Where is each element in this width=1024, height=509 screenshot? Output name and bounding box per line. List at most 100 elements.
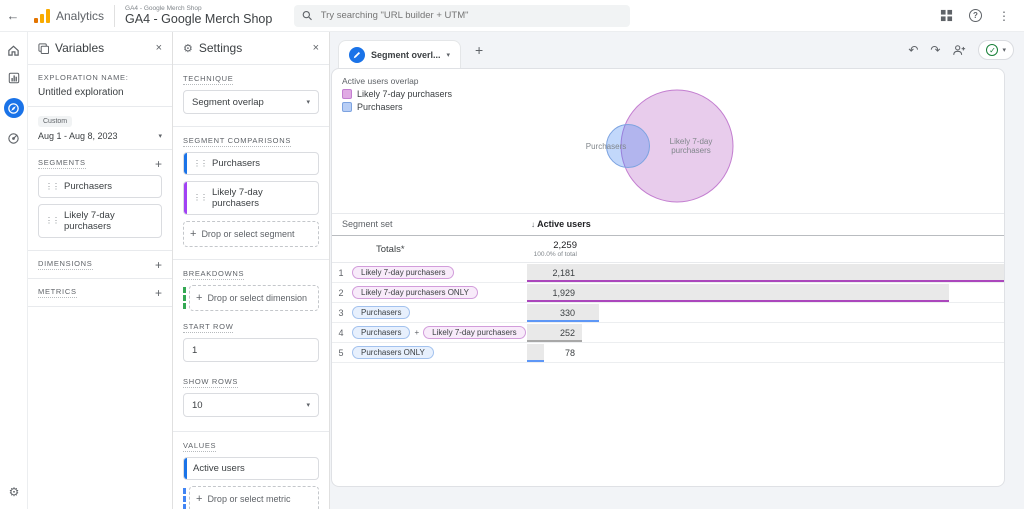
nav-home-icon[interactable]: [6, 42, 22, 58]
sort-down-icon: ↓: [531, 220, 535, 229]
segment-pill[interactable]: Likely 7-day purchasers ONLY: [352, 286, 478, 299]
value-metric-card[interactable]: Active users: [183, 457, 319, 480]
segment-table: Segment set ↓ Active users Totals* 2,259…: [332, 213, 1004, 363]
drop-metric-text: Drop or select metric: [207, 494, 290, 504]
segment-pills: Likely 7-day purchasers: [350, 266, 527, 279]
variables-segment-card[interactable]: ⋮⋮Purchasers: [38, 175, 162, 198]
table-row[interactable]: 4Purchasers+Likely 7-day purchasers252: [332, 323, 1004, 343]
legend-swatch: [342, 89, 352, 99]
help-icon[interactable]: ?: [969, 9, 982, 22]
metric-card-label: Active users: [193, 463, 245, 474]
visualization-card: Likely 7-day purchasers Purchasers Activ…: [331, 68, 1005, 487]
table-row[interactable]: 1Likely 7-day purchasers2,181: [332, 263, 1004, 283]
canvas-area: Segment overl... ▾ + ↶ ↷ ✓ ▾: [330, 32, 1024, 509]
add-dimension-icon[interactable]: +: [155, 260, 162, 270]
status-check-icon: ✓: [986, 44, 998, 56]
segment-pill[interactable]: Likely 7-day purchasers: [423, 326, 525, 339]
legend-swatch: [342, 102, 352, 112]
segment-pills: Purchasers+Likely 7-day purchasers: [350, 326, 527, 339]
active-users-value: 2,181: [527, 263, 575, 283]
search-input[interactable]: [321, 10, 623, 21]
technique-value: Segment overlap: [192, 97, 264, 108]
more-menu-icon[interactable]: ⋮: [998, 9, 1010, 23]
segment-pill[interactable]: Purchasers: [352, 326, 410, 339]
variables-segment-card[interactable]: ⋮⋮ Likely 7-day purchasers: [38, 204, 162, 238]
apps-grid-icon[interactable]: [940, 9, 953, 22]
drop-dimension-zone[interactable]: + Drop or select dimension: [189, 285, 319, 311]
exploration-name-value[interactable]: Untitled exploration: [38, 87, 162, 98]
segment-pill[interactable]: Purchasers: [352, 306, 410, 319]
legend-label: Likely 7-day purchasers: [357, 89, 452, 99]
date-custom-badge: Custom: [38, 116, 72, 127]
segment-pill[interactable]: Purchasers ONLY: [352, 346, 434, 359]
col-active-users[interactable]: ↓ Active users: [527, 219, 591, 229]
nav-explore-icon[interactable]: [4, 98, 24, 118]
drag-handle-icon: ⋮⋮: [193, 194, 207, 202]
export-status-button[interactable]: ✓ ▾: [978, 40, 1014, 60]
global-search[interactable]: [294, 5, 630, 27]
segments-label: SEGMENTS: [38, 158, 86, 169]
segment-comparisons-label: SEGMENT COMPARISONS: [183, 136, 291, 147]
row-number: 4: [332, 328, 350, 338]
variables-title: Variables: [55, 41, 150, 55]
values-list: Active users: [183, 457, 319, 480]
nav-reports-icon[interactable]: [6, 70, 22, 86]
legend-item: Purchasers: [342, 102, 452, 112]
add-segment-icon[interactable]: +: [155, 159, 162, 169]
header-divider: [114, 5, 115, 27]
table-totals-row: Totals* 2,259 100.0% of total: [332, 236, 1004, 263]
start-row-input[interactable]: [192, 345, 310, 356]
add-tab-icon[interactable]: +: [475, 42, 483, 58]
technique-label: TECHNIQUE: [183, 74, 233, 85]
segments-list: ⋮⋮Purchasers ⋮⋮ Likely 7-day purchasers: [38, 175, 162, 238]
segment-pill[interactable]: Likely 7-day purchasers: [352, 266, 454, 279]
value-bar: [527, 264, 1004, 282]
back-icon[interactable]: ←: [0, 8, 26, 23]
comparison-segment-card[interactable]: ⋮⋮Likely 7-day purchasers: [183, 181, 319, 215]
segment-pills: Likely 7-day purchasers ONLY: [350, 286, 527, 299]
start-row-input-box: [183, 338, 319, 362]
technique-select[interactable]: Segment overlap ▾: [183, 90, 319, 114]
segment-card-label: Likely 7-day purchasers: [64, 210, 155, 232]
value-bar: [527, 284, 949, 302]
admin-gear-icon[interactable]: ⚙: [0, 485, 28, 499]
app-header: ← Analytics GA4 - Google Merch Shop GA4 …: [0, 0, 1024, 32]
share-user-icon[interactable]: [952, 44, 966, 56]
search-icon: [302, 10, 312, 21]
col-active-users-label: Active users: [537, 219, 591, 229]
tab-segment-overlap[interactable]: Segment overl... ▾: [338, 40, 461, 68]
table-header-row: Segment set ↓ Active users: [332, 213, 1004, 236]
help-glyph: ?: [969, 9, 982, 22]
redo-icon[interactable]: ↷: [930, 43, 940, 57]
comparison-segment-card[interactable]: ⋮⋮Purchasers: [183, 152, 319, 175]
drop-metric-plus-icon: +: [196, 493, 202, 505]
nav-advertising-icon[interactable]: [6, 130, 22, 146]
analytics-logo-icon: [34, 9, 50, 23]
row-number: 1: [332, 268, 350, 278]
variables-close-icon[interactable]: ×: [156, 42, 162, 54]
drop-segment-zone[interactable]: + Drop or select segment: [183, 221, 319, 247]
active-users-cell: 1,929: [527, 283, 1004, 303]
segment-comparisons-list: ⋮⋮Purchasers ⋮⋮Likely 7-day purchasers: [183, 152, 319, 215]
property-selector[interactable]: GA4 - Google Merch Shop GA4 - Google Mer…: [125, 5, 272, 26]
settings-close-icon[interactable]: ×: [313, 42, 319, 54]
table-row[interactable]: 3Purchasers330: [332, 303, 1004, 323]
table-row[interactable]: 2Likely 7-day purchasers ONLY1,929: [332, 283, 1004, 303]
active-users-value: 330: [527, 303, 575, 323]
show-rows-select[interactable]: 10 ▾: [183, 393, 319, 417]
active-users-cell: 330: [527, 303, 1004, 323]
drop-metric-zone[interactable]: + Drop or select metric: [189, 486, 319, 509]
tab-label: Segment overl...: [371, 50, 441, 60]
drag-handle-icon: ⋮⋮: [45, 217, 59, 225]
date-range-section[interactable]: Custom Aug 1 - Aug 8, 2023 ▾: [28, 107, 172, 149]
segment-set-cell: 1Likely 7-day purchasers: [332, 266, 527, 279]
edit-pencil-icon: [349, 47, 365, 63]
tab-caret-icon[interactable]: ▾: [447, 51, 451, 59]
col-segment-set[interactable]: Segment set: [342, 219, 393, 229]
values-label: VALUES: [183, 441, 216, 452]
table-row[interactable]: 5Purchasers ONLY78: [332, 343, 1004, 363]
add-metric-icon[interactable]: +: [155, 288, 162, 298]
undo-icon[interactable]: ↶: [908, 43, 918, 57]
segment-color-bar: [184, 153, 187, 174]
active-users-cell: 78: [527, 343, 1004, 363]
